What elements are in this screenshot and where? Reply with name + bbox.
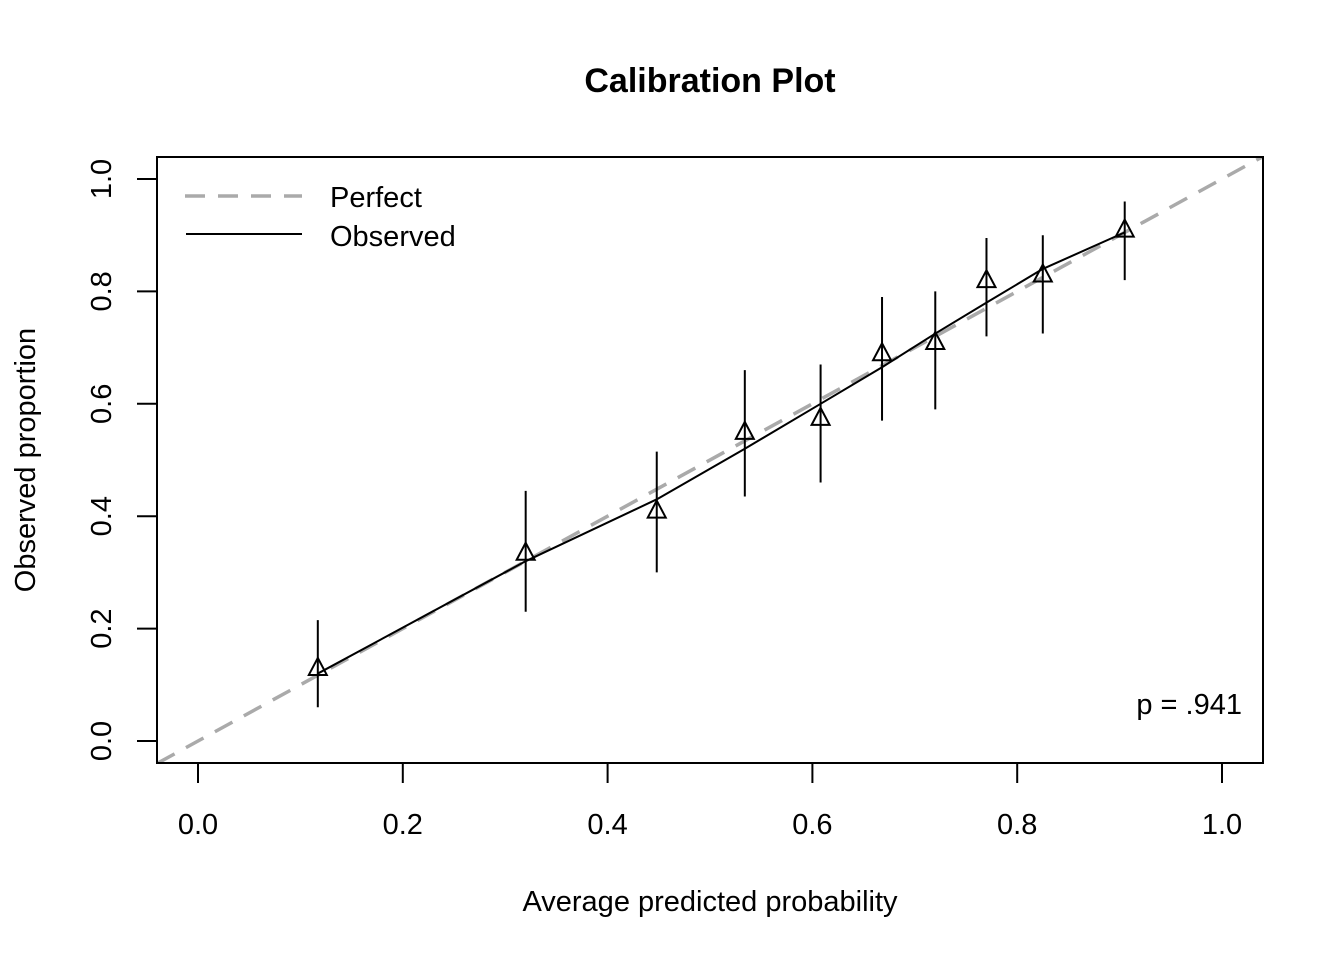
x-tick-label: 0.4 (587, 809, 627, 841)
calibration-chart: Calibration Plot 0.0 0.2 0.4 0.6 0.8 1.0 0.0 0… (0, 0, 1344, 960)
x-tick-label: 1.0 (1202, 809, 1242, 841)
y-tick-label: 0.0 (86, 721, 118, 761)
y-tick-label: 0.2 (86, 608, 118, 648)
legend-observed-label: Observed (330, 221, 456, 253)
x-axis-label: Average predicted probability (522, 886, 898, 918)
x-tick-label: 0.0 (178, 809, 218, 841)
y-tick-label: 0.6 (86, 384, 118, 424)
chart-title: Calibration Plot (584, 62, 835, 100)
y-tick-label: 1.0 (86, 159, 118, 199)
x-tick-label: 0.8 (997, 809, 1037, 841)
p-value-annotation: p = .941 (1136, 689, 1242, 721)
y-tick-label: 0.4 (86, 496, 118, 536)
legend-perfect-label: Perfect (330, 182, 422, 214)
x-tick-label: 0.2 (383, 809, 423, 841)
x-tick-label: 0.6 (792, 809, 832, 841)
y-axis-label: Observed proportion (10, 328, 42, 592)
y-tick-label: 0.8 (86, 271, 118, 311)
